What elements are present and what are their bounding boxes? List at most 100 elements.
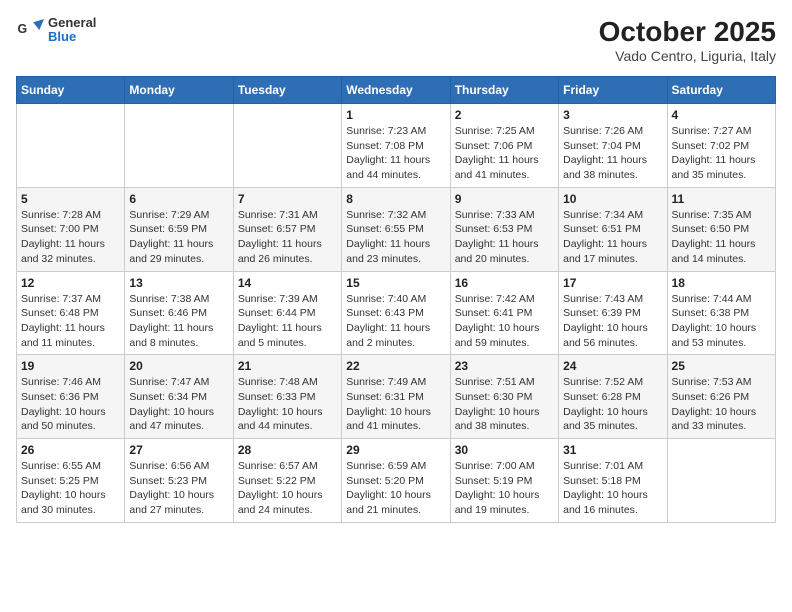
calendar-cell: 12Sunrise: 7:37 AM Sunset: 6:48 PM Dayli… (17, 271, 125, 355)
calendar-cell (233, 104, 341, 188)
day-info: Sunrise: 7:31 AM Sunset: 6:57 PM Dayligh… (238, 208, 337, 267)
calendar-cell: 1 Sunrise: 7:23 AM Sunset: 7:08 PM Daylig… (342, 104, 450, 188)
day-number: 23 (455, 359, 554, 373)
calendar-table: SundayMondayTuesdayWednesdayThursdayFrid… (16, 76, 776, 523)
calendar-cell: 29 Sunrise: 6:59 AM Sunset: 5:20 PM Dayli… (342, 439, 450, 523)
calendar-week-row: 19 Sunrise: 7:46 AM Sunset: 6:36 PM Dayli… (17, 355, 776, 439)
day-number: 3 (563, 108, 662, 122)
day-info: Sunrise: 7:39 AM Sunset: 6:44 PM Dayligh… (238, 292, 337, 351)
day-info: Sunrise: 6:55 AM Sunset: 5:25 PM Dayligh… (21, 459, 120, 518)
day-number: 10 (563, 192, 662, 206)
logo: G General Blue (16, 16, 96, 45)
calendar-cell: 4Sunrise: 7:27 AM Sunset: 7:02 PM Daylig… (667, 104, 775, 188)
weekday-header-cell: Friday (559, 77, 667, 104)
day-number: 29 (346, 443, 445, 457)
weekday-header-cell: Wednesday (342, 77, 450, 104)
day-info: Sunrise: 7:52 AM Sunset: 6:28 PM Dayligh… (563, 375, 662, 434)
weekday-header-cell: Saturday (667, 77, 775, 104)
day-number: 16 (455, 276, 554, 290)
day-info: Sunrise: 7:32 AM Sunset: 6:55 PM Dayligh… (346, 208, 445, 267)
day-number: 2 (455, 108, 554, 122)
calendar-week-row: 1 Sunrise: 7:23 AM Sunset: 7:08 PM Daylig… (17, 104, 776, 188)
page-title: October 2025 (599, 16, 776, 48)
day-info: Sunrise: 7:23 AM Sunset: 7:08 PM Dayligh… (346, 124, 445, 183)
logo-text: General Blue (48, 16, 96, 45)
weekday-header-cell: Sunday (17, 77, 125, 104)
day-info: Sunrise: 6:59 AM Sunset: 5:20 PM Dayligh… (346, 459, 445, 518)
calendar-week-row: 26 Sunrise: 6:55 AM Sunset: 5:25 PM Dayli… (17, 439, 776, 523)
weekday-header-cell: Thursday (450, 77, 558, 104)
calendar-cell (667, 439, 775, 523)
day-info: Sunrise: 7:27 AM Sunset: 7:02 PM Dayligh… (672, 124, 771, 183)
day-info: Sunrise: 7:01 AM Sunset: 5:18 PM Dayligh… (563, 459, 662, 518)
day-number: 30 (455, 443, 554, 457)
logo-line2: Blue (48, 30, 96, 44)
day-info: Sunrise: 7:26 AM Sunset: 7:04 PM Dayligh… (563, 124, 662, 183)
day-number: 18 (672, 276, 771, 290)
calendar-cell: 27 Sunrise: 6:56 AM Sunset: 5:23 PM Dayli… (125, 439, 233, 523)
day-number: 14 (238, 276, 337, 290)
calendar-cell: 5Sunrise: 7:28 AM Sunset: 7:00 PM Daylig… (17, 187, 125, 271)
day-number: 27 (129, 443, 228, 457)
calendar-cell: 11 Sunrise: 7:35 AM Sunset: 6:50 PM Dayli… (667, 187, 775, 271)
calendar-cell: 26 Sunrise: 6:55 AM Sunset: 5:25 PM Dayli… (17, 439, 125, 523)
day-info: Sunrise: 7:47 AM Sunset: 6:34 PM Dayligh… (129, 375, 228, 434)
weekday-header-row: SundayMondayTuesdayWednesdayThursdayFrid… (17, 77, 776, 104)
calendar-body: 1 Sunrise: 7:23 AM Sunset: 7:08 PM Daylig… (17, 104, 776, 523)
page-header: G General Blue October 2025 Vado Centro,… (16, 16, 776, 64)
calendar-cell: 15 Sunrise: 7:40 AM Sunset: 6:43 PM Dayli… (342, 271, 450, 355)
day-info: Sunrise: 7:25 AM Sunset: 7:06 PM Dayligh… (455, 124, 554, 183)
day-info: Sunrise: 7:48 AM Sunset: 6:33 PM Dayligh… (238, 375, 337, 434)
calendar-cell: 23 Sunrise: 7:51 AM Sunset: 6:30 PM Dayli… (450, 355, 558, 439)
day-info: Sunrise: 7:28 AM Sunset: 7:00 PM Dayligh… (21, 208, 120, 267)
day-number: 21 (238, 359, 337, 373)
day-info: Sunrise: 7:35 AM Sunset: 6:50 PM Dayligh… (672, 208, 771, 267)
calendar-cell: 14 Sunrise: 7:39 AM Sunset: 6:44 PM Dayli… (233, 271, 341, 355)
logo-line1: General (48, 16, 96, 30)
page-subtitle: Vado Centro, Liguria, Italy (599, 48, 776, 64)
calendar-cell: 9Sunrise: 7:33 AM Sunset: 6:53 PM Daylig… (450, 187, 558, 271)
day-info: Sunrise: 6:56 AM Sunset: 5:23 PM Dayligh… (129, 459, 228, 518)
calendar-cell: 30Sunrise: 7:00 AM Sunset: 5:19 PM Dayli… (450, 439, 558, 523)
calendar-cell: 24 Sunrise: 7:52 AM Sunset: 6:28 PM Dayli… (559, 355, 667, 439)
day-number: 17 (563, 276, 662, 290)
calendar-cell: 28Sunrise: 6:57 AM Sunset: 5:22 PM Dayli… (233, 439, 341, 523)
day-info: Sunrise: 7:40 AM Sunset: 6:43 PM Dayligh… (346, 292, 445, 351)
day-info: Sunrise: 7:34 AM Sunset: 6:51 PM Dayligh… (563, 208, 662, 267)
day-number: 15 (346, 276, 445, 290)
day-info: Sunrise: 7:53 AM Sunset: 6:26 PM Dayligh… (672, 375, 771, 434)
day-info: Sunrise: 7:43 AM Sunset: 6:39 PM Dayligh… (563, 292, 662, 351)
calendar-cell: 13Sunrise: 7:38 AM Sunset: 6:46 PM Dayli… (125, 271, 233, 355)
day-number: 31 (563, 443, 662, 457)
day-number: 9 (455, 192, 554, 206)
day-number: 8 (346, 192, 445, 206)
weekday-header-cell: Tuesday (233, 77, 341, 104)
day-number: 20 (129, 359, 228, 373)
day-number: 22 (346, 359, 445, 373)
calendar-cell: 31 Sunrise: 7:01 AM Sunset: 5:18 PM Dayli… (559, 439, 667, 523)
day-number: 26 (21, 443, 120, 457)
calendar-cell: 17 Sunrise: 7:43 AM Sunset: 6:39 PM Dayli… (559, 271, 667, 355)
calendar-cell: 6Sunrise: 7:29 AM Sunset: 6:59 PM Daylig… (125, 187, 233, 271)
day-number: 11 (672, 192, 771, 206)
calendar-cell: 21 Sunrise: 7:48 AM Sunset: 6:33 PM Dayli… (233, 355, 341, 439)
day-info: Sunrise: 7:37 AM Sunset: 6:48 PM Dayligh… (21, 292, 120, 351)
calendar-cell: 10 Sunrise: 7:34 AM Sunset: 6:51 PM Dayli… (559, 187, 667, 271)
calendar-cell: 20 Sunrise: 7:47 AM Sunset: 6:34 PM Dayli… (125, 355, 233, 439)
calendar-cell: 16Sunrise: 7:42 AM Sunset: 6:41 PM Dayli… (450, 271, 558, 355)
day-number: 6 (129, 192, 228, 206)
day-number: 13 (129, 276, 228, 290)
day-number: 1 (346, 108, 445, 122)
calendar-cell (17, 104, 125, 188)
calendar-cell: 2 Sunrise: 7:25 AM Sunset: 7:06 PM Daylig… (450, 104, 558, 188)
day-number: 19 (21, 359, 120, 373)
title-block: October 2025 Vado Centro, Liguria, Italy (599, 16, 776, 64)
calendar-cell: 7Sunrise: 7:31 AM Sunset: 6:57 PM Daylig… (233, 187, 341, 271)
day-info: Sunrise: 7:46 AM Sunset: 6:36 PM Dayligh… (21, 375, 120, 434)
calendar-cell: 25 Sunrise: 7:53 AM Sunset: 6:26 PM Dayli… (667, 355, 775, 439)
day-number: 24 (563, 359, 662, 373)
calendar-cell: 8 Sunrise: 7:32 AM Sunset: 6:55 PM Daylig… (342, 187, 450, 271)
svg-text:G: G (18, 22, 28, 36)
day-number: 25 (672, 359, 771, 373)
day-info: Sunrise: 7:51 AM Sunset: 6:30 PM Dayligh… (455, 375, 554, 434)
